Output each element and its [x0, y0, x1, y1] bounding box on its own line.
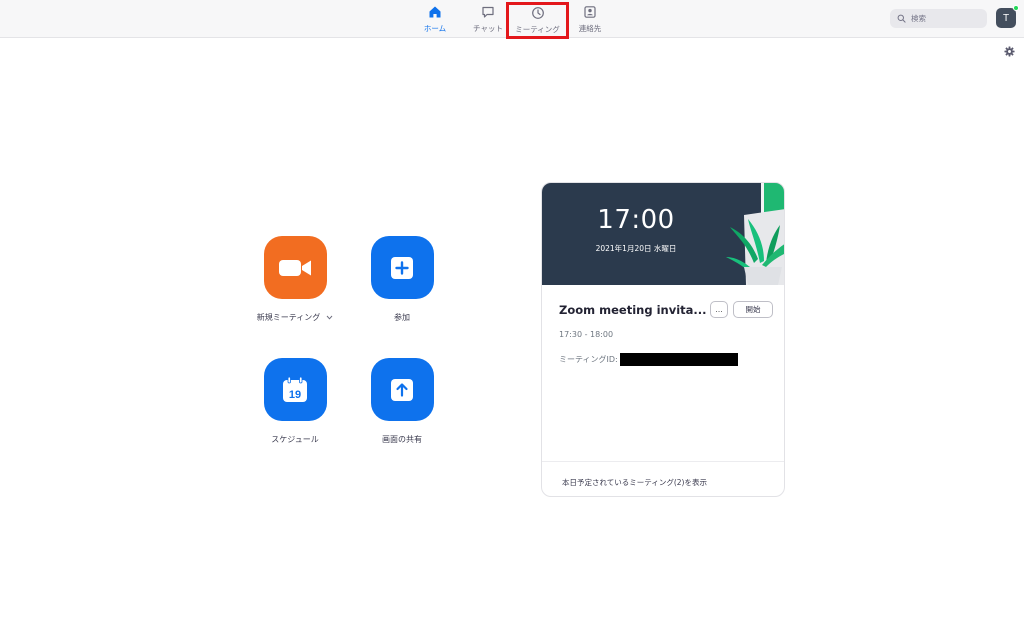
search-input[interactable]: [911, 14, 981, 23]
meeting-title[interactable]: Zoom meeting invita...: [559, 303, 707, 317]
plant-illustration: [726, 183, 784, 285]
presence-status-dot: [1013, 5, 1019, 11]
tab-meetings[interactable]: ミーティング: [506, 2, 569, 39]
chat-icon: [482, 6, 494, 18]
tab-home[interactable]: ホーム: [417, 0, 453, 38]
search-box[interactable]: [890, 9, 987, 28]
meeting-id-redaction: [619, 353, 738, 366]
share-arrow-icon: [391, 378, 413, 401]
join-label: 参加: [394, 313, 410, 322]
current-time: 17:00: [597, 205, 675, 235]
avatar-initial: T: [1002, 12, 1010, 24]
tab-home-label: ホーム: [423, 23, 447, 33]
chevron-down-icon[interactable]: [326, 315, 333, 320]
tab-contacts-label: 連絡先: [578, 23, 602, 33]
plus-icon: [391, 256, 413, 279]
top-navigation-bar: ホーム チャット ミーティング 連絡先 T: [0, 0, 1024, 39]
gear-icon[interactable]: [1004, 46, 1015, 57]
new-meeting-label-row: 新規ミーティング: [257, 312, 334, 323]
home-icon: [429, 6, 441, 17]
video-camera-icon: [279, 259, 311, 276]
join-button[interactable]: [370, 236, 434, 299]
calendar-icon: 19: [283, 376, 307, 402]
show-todays-meetings-link[interactable]: 本日予定されているミーティング(2)を表示: [562, 477, 707, 488]
card-footer: 本日予定されているミーティング(2)を表示: [542, 461, 784, 496]
calendar-day: 19: [289, 389, 301, 401]
card-header: 17:00 2021年1月20日 水曜日: [542, 183, 784, 285]
upcoming-meetings-card: 17:00 2021年1月20日 水曜日 Zoom meeting invita…: [541, 182, 785, 497]
more-options-button[interactable]: ...: [710, 301, 728, 318]
meeting-id-label: ミーティングID:: [559, 355, 618, 364]
new-meeting-label: 新規ミーティング: [256, 313, 321, 322]
share-screen-button[interactable]: [370, 358, 434, 421]
tab-chat[interactable]: チャット: [468, 0, 508, 38]
current-date: 2021年1月20日 水曜日: [595, 244, 677, 253]
schedule-button[interactable]: 19: [263, 358, 327, 421]
share-screen-action: 画面の共有: [354, 358, 450, 445]
search-icon: [897, 14, 906, 23]
new-meeting-action: 新規ミーティング: [247, 236, 343, 323]
meeting-time-range: 17:30 - 18:00: [559, 330, 614, 339]
tab-chat-label: チャット: [473, 23, 503, 33]
contacts-icon: [584, 5, 596, 18]
meeting-id-row: ミーティングID:: [559, 353, 738, 366]
avatar[interactable]: T: [996, 8, 1016, 28]
share-screen-label: 画面の共有: [382, 435, 422, 444]
start-meeting-button[interactable]: 開始: [733, 301, 773, 318]
tab-contacts[interactable]: 連絡先: [572, 0, 608, 38]
new-meeting-button[interactable]: [263, 236, 327, 299]
clock-icon: [531, 7, 544, 19]
schedule-label: スケジュール: [271, 435, 319, 444]
tab-meetings-label: ミーティング: [515, 25, 560, 34]
schedule-action: 19 スケジュール: [247, 358, 343, 445]
join-action: 参加: [354, 236, 450, 323]
